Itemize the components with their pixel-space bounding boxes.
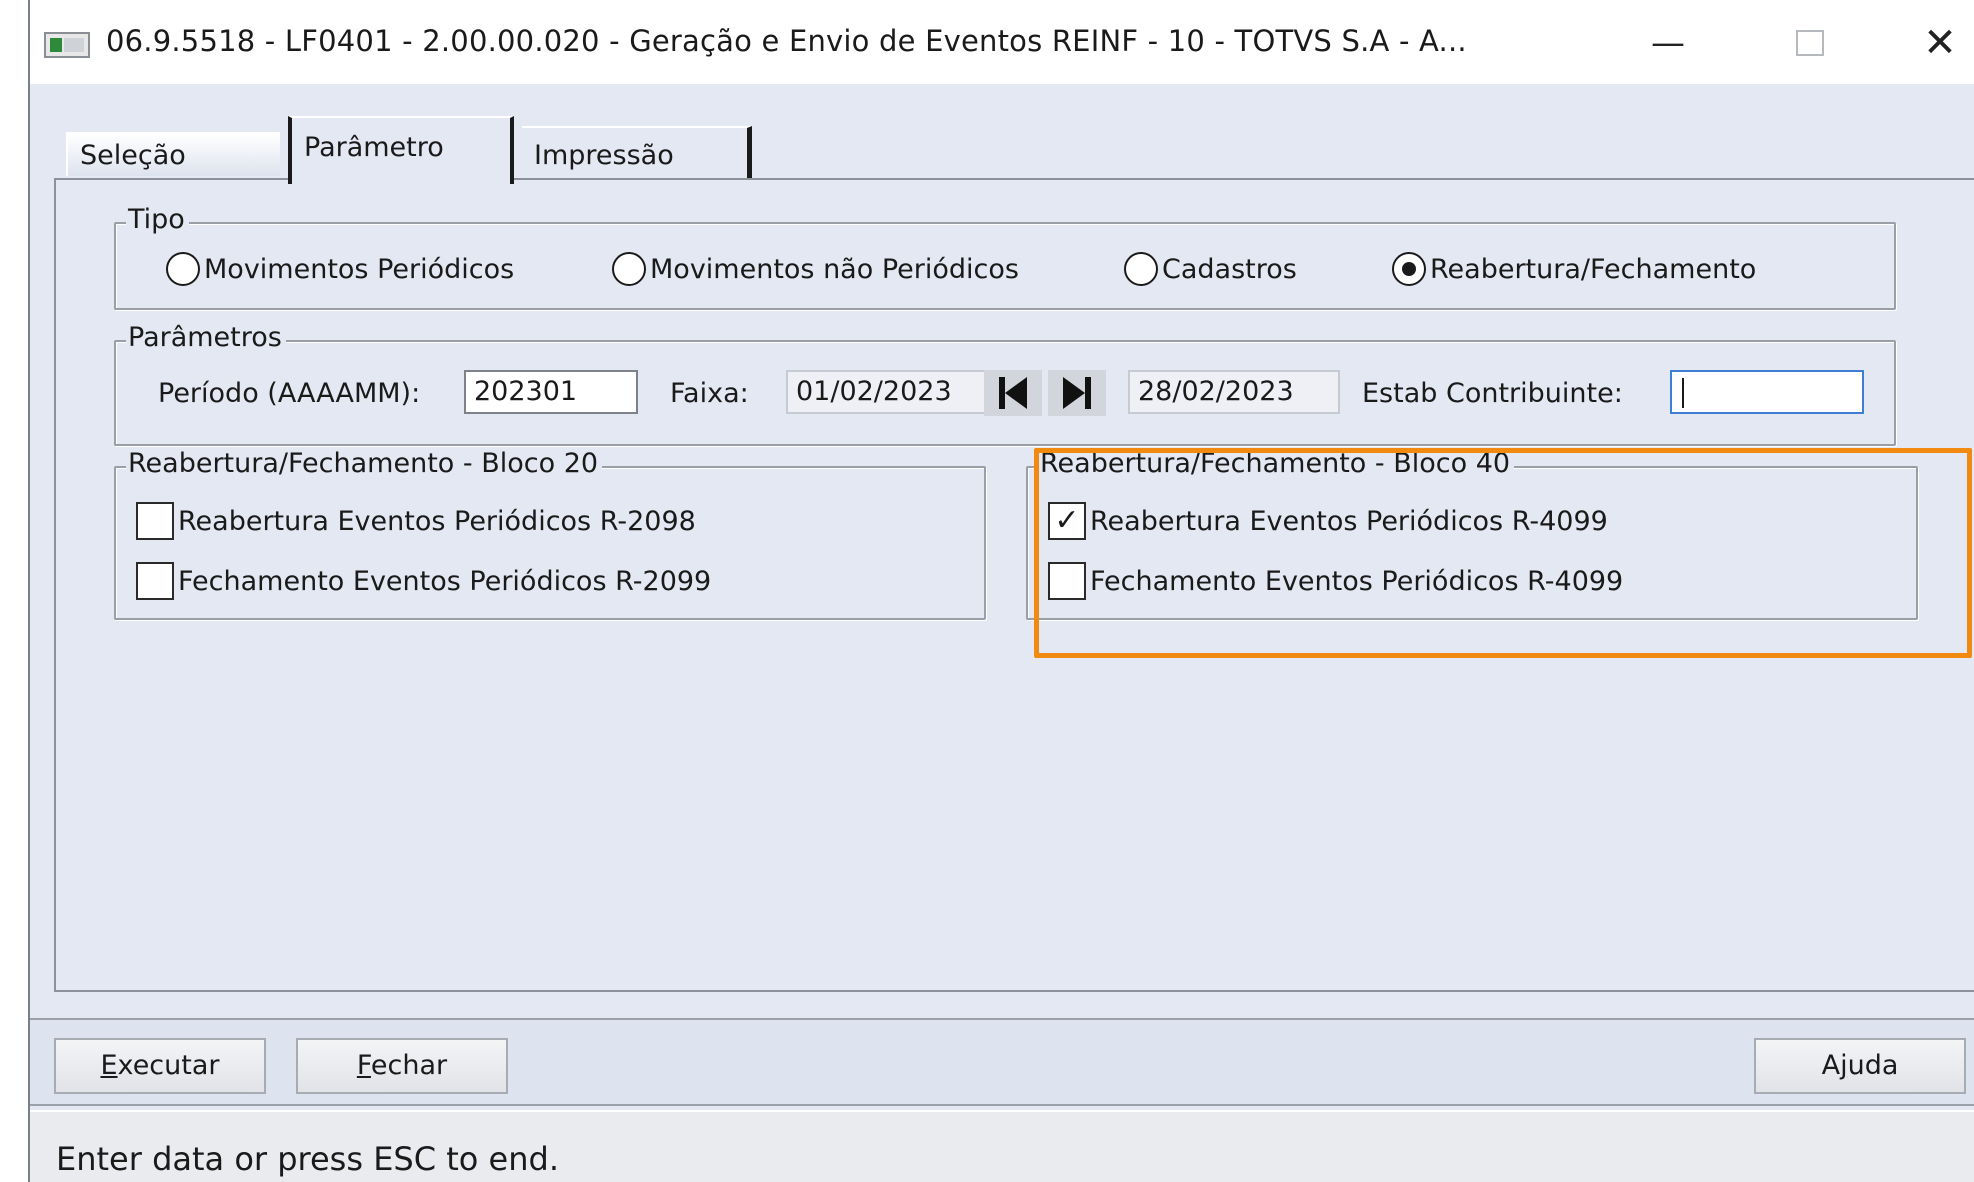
ajuda-button[interactable]: Ajuda (1754, 1038, 1966, 1094)
radio-label: Reabertura/Fechamento (1430, 253, 1757, 285)
estab-contribuinte-input[interactable] (1670, 370, 1864, 414)
fechar-button[interactable]: Fechar (296, 1038, 508, 1094)
ajuda-label-start: A (1821, 1050, 1841, 1081)
status-text: Enter data or press ESC to end. (56, 1140, 559, 1178)
button-bar: Executar Fechar Ajuda (30, 1018, 1974, 1106)
bloco20-group: Reabertura/Fechamento - Bloco 20 Reabert… (114, 448, 986, 620)
tab-parametro-label: Parâmetro (304, 132, 444, 163)
title-bar: 06.9.5518 - LF0401 - 2.00.00.020 - Geraç… (30, 0, 1974, 84)
checkbox-fechamento-r2099[interactable]: Fechamento Eventos Periódicos R-2099 (136, 562, 711, 600)
radio-cadastros-circle (1124, 252, 1158, 286)
radio-movimentos-periodicos[interactable]: Movimentos Periódicos (166, 252, 514, 286)
text-caret (1682, 377, 1684, 408)
skip-last-icon (1085, 377, 1091, 409)
app-icon (44, 32, 90, 58)
skip-last-arrow (1063, 377, 1085, 409)
faixa-label: Faixa: (670, 378, 749, 409)
checkbox-box (136, 502, 174, 540)
parametros-group-label: Parâmetros (126, 322, 286, 353)
maximize-button[interactable] (1780, 18, 1840, 68)
radio-label: Cadastros (1162, 253, 1297, 285)
faixa-start-input[interactable]: 01/02/2023 (786, 370, 998, 414)
radio-reabertura-fechamento-circle (1392, 252, 1426, 286)
checkbox-box (136, 562, 174, 600)
tipo-group: Tipo Movimentos Periódicos Movimentos nã… (114, 204, 1896, 310)
tipo-group-label: Tipo (126, 204, 189, 235)
estab-contribuinte-label: Estab Contribuinte: (1362, 378, 1623, 409)
radio-movimentos-periodicos-circle (166, 252, 200, 286)
status-bar: Enter data or press ESC to end. (30, 1110, 1974, 1182)
first-period-button[interactable] (984, 370, 1042, 416)
faixa-end-input[interactable]: 28/02/2023 (1128, 370, 1340, 414)
checkbox-reabertura-r2098[interactable]: Reabertura Eventos Periódicos R-2098 (136, 502, 696, 540)
radio-cadastros[interactable]: Cadastros (1124, 252, 1297, 286)
maximize-icon (1796, 30, 1824, 56)
skip-first-arrow (1005, 377, 1027, 409)
executar-button[interactable]: Executar (54, 1038, 266, 1094)
close-button[interactable]: ✕ (1910, 18, 1970, 68)
minimize-button[interactable]: — (1638, 18, 1698, 68)
tab-selecao-label: Seleção (80, 140, 186, 171)
fechar-mnemonic: F (356, 1050, 371, 1081)
checkbox-label: Reabertura Eventos Periódicos R-2098 (178, 505, 696, 537)
highlight-box (1034, 448, 1972, 658)
executar-label: xecutar (117, 1050, 220, 1081)
executar-mnemonic: E (100, 1050, 118, 1081)
window-title: 06.9.5518 - LF0401 - 2.00.00.020 - Geraç… (106, 24, 1467, 58)
tab-selecao[interactable]: Seleção (66, 132, 280, 176)
periodo-input[interactable]: 202301 (464, 370, 638, 414)
tab-impressao-label: Impressão (534, 140, 674, 171)
tab-parametro[interactable]: Parâmetro (288, 116, 514, 184)
tab-impressao[interactable]: Impressão (522, 126, 752, 178)
ajuda-label: uda (1847, 1050, 1899, 1081)
radio-label: Movimentos não Periódicos (650, 253, 1019, 285)
checkbox-label: Fechamento Eventos Periódicos R-2099 (178, 565, 712, 597)
last-period-button[interactable] (1048, 370, 1106, 416)
radio-label: Movimentos Periódicos (204, 253, 515, 285)
radio-movimentos-nao-periodicos[interactable]: Movimentos não Periódicos (612, 252, 1019, 286)
radio-reabertura-fechamento[interactable]: Reabertura/Fechamento (1392, 252, 1756, 286)
radio-movimentos-nao-periodicos-circle (612, 252, 646, 286)
bloco20-group-label: Reabertura/Fechamento - Bloco 20 (126, 448, 603, 479)
app-window: 06.9.5518 - LF0401 - 2.00.00.020 - Geraç… (28, 0, 1974, 1182)
periodo-label: Período (AAAAMM): (158, 378, 421, 409)
fechar-label: echar (370, 1050, 448, 1081)
ajuda-mnemonic: j (1840, 1050, 1848, 1081)
